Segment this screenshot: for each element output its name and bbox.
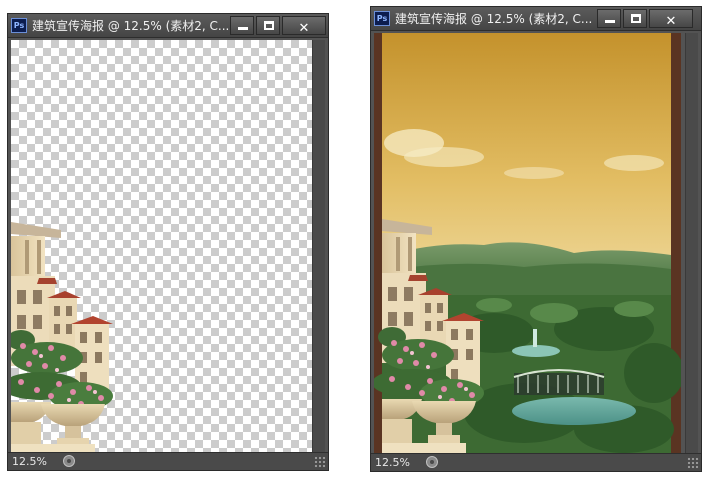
document-canvas[interactable] (374, 33, 681, 453)
resize-grip-icon[interactable] (687, 457, 699, 469)
document-window-right[interactable]: Ps 建筑宣传海报 @ 12.5% (素材2, C... ✕ 12.5% (370, 6, 702, 472)
photoshop-app-icon: Ps (11, 18, 27, 33)
status-bar: 12.5% (371, 453, 701, 471)
minimize-icon (238, 27, 248, 30)
close-button[interactable]: ✕ (282, 16, 326, 36)
close-button[interactable]: ✕ (649, 9, 693, 29)
window-title: 建筑宣传海报 @ 12.5% (素材2, C... (32, 19, 230, 33)
zoom-level[interactable]: 12.5% (12, 454, 47, 469)
maximize-button[interactable] (256, 16, 280, 35)
zoom-level[interactable]: 12.5% (375, 455, 410, 470)
vertical-scrollbar[interactable] (312, 40, 325, 452)
minimize-button[interactable] (230, 16, 254, 35)
document-info-icon[interactable] (63, 455, 75, 467)
close-icon: ✕ (665, 14, 677, 29)
maximize-button[interactable] (623, 9, 647, 28)
resize-grip-icon[interactable] (314, 456, 326, 468)
document-canvas[interactable] (11, 40, 312, 452)
minimize-icon (605, 20, 615, 23)
document-window-left[interactable]: Ps 建筑宣传海报 @ 12.5% (素材2, C... ✕ 12.5% (7, 13, 329, 471)
window-titlebar[interactable]: Ps 建筑宣传海报 @ 12.5% (素材2, C... ✕ (371, 7, 701, 31)
poster-art (374, 33, 681, 453)
maximize-icon (631, 14, 641, 23)
photoshop-app-icon: Ps (374, 11, 390, 26)
maximize-icon (264, 21, 274, 30)
vertical-scrollbar[interactable] (685, 33, 698, 453)
building-layer-art (11, 222, 113, 452)
status-bar: 12.5% (8, 452, 328, 470)
document-info-icon[interactable] (426, 456, 438, 468)
window-title: 建筑宣传海报 @ 12.5% (素材2, C... (395, 12, 593, 26)
window-titlebar[interactable]: Ps 建筑宣传海报 @ 12.5% (素材2, C... ✕ (8, 14, 328, 38)
close-icon: ✕ (298, 21, 310, 36)
minimize-button[interactable] (597, 9, 621, 28)
